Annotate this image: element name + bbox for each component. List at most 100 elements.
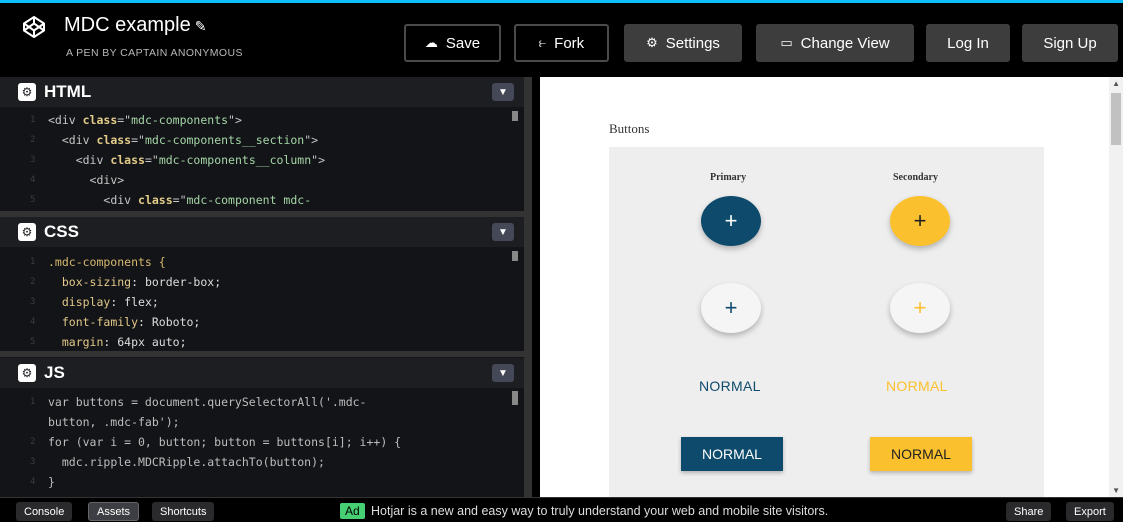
secondary-column-label: Secondary — [893, 172, 938, 183]
line-number — [0, 412, 48, 432]
primary-raised-button[interactable]: NORMAL — [681, 437, 783, 471]
primary-mini-fab-button[interactable]: + — [701, 283, 761, 333]
line-number: 3 — [30, 155, 36, 165]
html-pane-header[interactable]: ⚙ HTML ▼ — [0, 77, 524, 107]
code-text: .mdc-components { — [48, 255, 166, 269]
pen-title[interactable]: MDC example ✎ — [64, 14, 206, 37]
fork-icon: ⥼ — [538, 35, 547, 50]
code-text: <div class="mdc-components__section"> — [61, 133, 319, 147]
css-pane-title: CSS — [44, 222, 79, 241]
shortcuts-button[interactable]: Shortcuts — [152, 502, 215, 521]
line-number: 5 — [30, 195, 36, 205]
gear-icon: ⚙ — [646, 35, 658, 50]
scroll-up-arrow-icon[interactable]: ▲ — [1112, 79, 1120, 88]
ad-text-link[interactable]: Hotjar is a new and easy way to truly un… — [371, 504, 828, 518]
secondary-raised-button[interactable]: NORMAL — [870, 437, 972, 471]
code-line: 1 var buttons = document.querySelectorAll… — [0, 392, 524, 412]
code-line: button, .mdc-fab'); — [0, 412, 524, 432]
secondary-mini-fab-button[interactable]: + — [890, 283, 950, 333]
assets-button[interactable]: Assets — [88, 502, 140, 521]
line-number: 1 — [30, 257, 36, 267]
code-text: <div> — [89, 173, 125, 187]
pen-title-text: MDC example — [64, 14, 191, 36]
bottom-bar: Console Assets Shortcuts Ad Hotjar is a … — [0, 497, 1123, 522]
code-text: button, .mdc-fab'); — [48, 415, 180, 429]
line-number: 4 — [30, 317, 36, 327]
secondary-fab-button[interactable]: + — [890, 196, 950, 246]
js-editor-scrollbar[interactable] — [512, 391, 518, 405]
js-pane-title: JS — [44, 363, 65, 382]
signup-label: Sign Up — [1043, 34, 1097, 52]
preview-scrollbar-thumb[interactable] — [1111, 93, 1121, 145]
primary-column-label: Primary — [710, 172, 747, 183]
html-code-editor[interactable]: 1 <div class="mdc-components"> 2 <div clas… — [0, 107, 524, 211]
css-pane-header[interactable]: ⚙ CSS ▼ — [0, 217, 524, 247]
primary-normal-text-button[interactable]: NORMAL — [699, 378, 761, 394]
fork-button[interactable]: ⥼ Fork — [514, 24, 609, 62]
code-line: 5 margin: 64px auto; — [0, 332, 524, 351]
line-number: 4 — [30, 175, 36, 185]
code-text: <div class="mdc-component mdc- — [103, 193, 312, 207]
result-preview[interactable]: Buttons Primary Secondary + + + + NORMAL… — [540, 77, 1123, 497]
export-button[interactable]: Export — [1066, 502, 1114, 521]
code-line: 2 box-sizing: border-box; — [0, 272, 524, 292]
cloud-icon: ☁ — [424, 35, 438, 50]
line-number: 3 — [30, 297, 36, 307]
scroll-down-arrow-icon[interactable]: ▼ — [1112, 486, 1120, 495]
code-text: var buttons = document.querySelectorAll(… — [48, 395, 367, 409]
css-pane-chevron-down-icon[interactable]: ▼ — [492, 223, 514, 241]
code-line: 1 <div class="mdc-components"> — [0, 110, 524, 130]
edit-pencil-icon[interactable]: ✎ — [195, 18, 207, 34]
code-text: <div class="mdc-components"> — [48, 113, 242, 127]
codepen-logo-icon[interactable] — [22, 15, 46, 39]
code-line: 2 <div class="mdc-components__section"> — [0, 130, 524, 150]
buttons-demo-panel: Primary Secondary + + + + NORMAL NORMAL … — [609, 147, 1044, 497]
secondary-normal-text-button[interactable]: NORMAL — [886, 378, 948, 394]
change-view-button[interactable]: ▭ Change View — [756, 24, 914, 62]
code-line: 2 for (var i = 0, button; button = button… — [0, 432, 524, 452]
share-button[interactable]: Share — [1006, 502, 1052, 521]
line-number: 2 — [30, 437, 36, 447]
primary-fab-button[interactable]: + — [701, 196, 761, 246]
login-button[interactable]: Log In — [926, 24, 1010, 62]
code-line: 4} — [0, 472, 524, 492]
editor-column: ⚙ HTML ▼ 1 <div class="mdc-components"> 2 … — [0, 77, 532, 497]
line-number: 2 — [30, 135, 36, 145]
code-text: mdc.ripple.MDCRipple.attachTo(button); — [61, 455, 325, 469]
line-number: 4 — [30, 477, 36, 487]
html-settings-gear-icon[interactable]: ⚙ — [18, 83, 36, 101]
html-pane-chevron-down-icon[interactable]: ▼ — [492, 83, 514, 101]
code-text: margin: 64px auto; — [61, 335, 187, 349]
login-label: Log In — [947, 34, 989, 52]
line-number: 5 — [30, 337, 36, 347]
css-editor-scrollbar[interactable] — [512, 251, 518, 261]
code-text: box-sizing: border-box; — [61, 275, 222, 289]
pane-resize-handle[interactable] — [0, 351, 524, 357]
code-text: <div class="mdc-components__column"> — [75, 153, 325, 167]
html-editor-scrollbar[interactable] — [512, 111, 518, 121]
css-settings-gear-icon[interactable]: ⚙ — [18, 223, 36, 241]
ad-badge: Ad — [340, 503, 365, 519]
css-code-editor[interactable]: 1 .mdc-components { 2 box-sizing: border-b… — [0, 247, 524, 351]
line-number: 3 — [30, 457, 36, 467]
line-number: 2 — [30, 277, 36, 287]
line-number: 1 — [30, 397, 36, 407]
code-text: display: flex; — [61, 295, 159, 309]
signup-button[interactable]: Sign Up — [1022, 24, 1118, 62]
code-text: } — [48, 475, 55, 489]
js-code-editor[interactable]: 1 var buttons = document.querySelectorAll… — [0, 388, 524, 496]
js-pane-chevron-down-icon[interactable]: ▼ — [492, 364, 514, 382]
top-bar: MDC example ✎ A PEN BY CAPTAIN ANONYMOUS … — [0, 0, 1123, 77]
code-text: font-family: Roboto; — [61, 315, 201, 329]
preview-scrollbar[interactable]: ▲ ▼ — [1109, 77, 1123, 497]
console-button[interactable]: Console — [16, 502, 73, 521]
html-pane-title: HTML — [44, 82, 92, 101]
code-line: 4 font-family: Roboto; — [0, 312, 524, 332]
settings-label: Settings — [665, 34, 720, 52]
js-settings-gear-icon[interactable]: ⚙ — [18, 364, 36, 382]
code-line: 5 <div class="mdc-component mdc- — [0, 190, 524, 210]
settings-button[interactable]: ⚙ Settings — [624, 24, 742, 62]
js-pane-header[interactable]: ⚙ JS ▼ — [0, 358, 524, 388]
save-button[interactable]: ☁ Save — [404, 24, 501, 62]
save-label: Save — [445, 34, 481, 52]
